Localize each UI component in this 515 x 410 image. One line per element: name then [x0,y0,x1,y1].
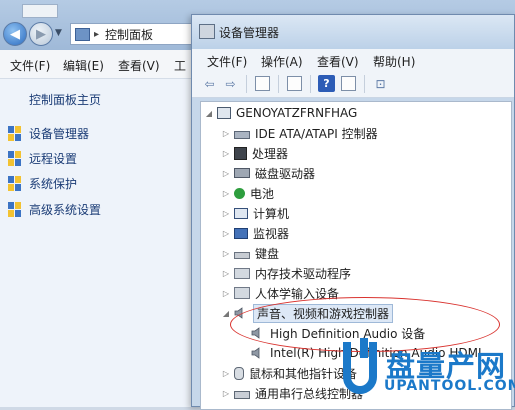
computer-icon [217,107,231,119]
tree-node-label: 内存技术驱动程序 [255,266,352,281]
control-panel-icon [75,27,90,41]
tree-node-label: 电池 [250,186,275,201]
device-manager-icon [199,24,215,39]
processor-icon [234,146,247,160]
speaker-icon [251,347,265,359]
menu-file[interactable]: 文件(F) [207,53,247,70]
link-label: 设备管理器 [29,127,90,141]
link-label: 系统保护 [29,177,78,191]
tree-node-label: IDE ATA/ATAPI 控制器 [255,126,378,141]
tree-node-ide[interactable]: ▷ IDE ATA/ATAPI 控制器 [221,124,378,142]
battery-icon [234,187,245,199]
back-arrow-icon[interactable]: ⇦ [201,75,218,92]
device-manager-menubar: 文件(F) 操作(A) 查看(V) 帮助(H) [192,49,514,71]
tree-root-label: GENOYATZFRNFHAG [236,106,358,120]
tree-node-label: 磁盘驱动器 [255,166,316,181]
link-label: 高级系统设置 [29,203,102,217]
ide-controller-icon [234,131,250,139]
tree-node-label: 键盘 [255,246,280,261]
forward-button[interactable]: ▶ [29,22,53,46]
computer-icon [234,207,248,219]
back-button[interactable]: ◀ [3,22,27,46]
previous-window-tab [22,4,58,18]
tree-node-monitor[interactable]: ▷ 监视器 [221,224,289,242]
keyboard-icon [234,251,250,259]
details-box-icon [341,76,356,91]
expand-triangle-icon[interactable]: ▷ [221,269,231,278]
help-icon[interactable]: ? [318,75,335,92]
monitor-icon [234,227,248,239]
hid-icon [234,287,250,299]
remote-settings-link[interactable]: 远程设置 [8,150,77,167]
memory-tech-icon [234,267,250,279]
toolbar-separator [278,75,279,93]
expand-triangle-icon[interactable]: ▷ [221,169,231,178]
menu-tools[interactable]: 工 [174,57,186,74]
scan-hardware-icon[interactable]: ⊡ [372,75,389,92]
watermark-logo-bar [360,338,368,358]
tree-root[interactable]: ◢ GENOYATZFRNFHAG [204,104,357,122]
device-manager-toolbar: ⇦ ⇨ ? ⊡ [192,71,514,98]
expand-triangle-icon[interactable]: ▷ [221,389,231,398]
menu-edit[interactable]: 编辑(E) [63,57,104,74]
expand-triangle-icon[interactable]: ▷ [221,129,231,138]
details-icon[interactable] [340,75,357,92]
tree-node-label: 鼠标和其他指针设备 [249,366,358,381]
tree-view-icon[interactable] [286,75,303,92]
expand-triangle-icon[interactable]: ▷ [221,369,231,378]
usb-controller-icon [234,390,250,399]
menu-view[interactable]: 查看(V) [317,53,359,70]
disk-drive-icon [234,168,250,178]
collapse-triangle-icon[interactable]: ◢ [204,109,214,118]
expand-triangle-icon[interactable]: ▷ [221,189,231,198]
control-panel-home-link[interactable]: 控制面板主页 [29,91,101,108]
system-protection-link[interactable]: 系统保护 [8,175,77,192]
address-segment[interactable]: 控制面板 [105,26,153,43]
tree-node-label: 处理器 [252,146,289,161]
recent-pages-dropdown[interactable]: ▼ [55,28,62,38]
toolbar-separator [310,75,311,93]
menu-view[interactable]: 查看(V) [118,57,160,74]
tree-node-label: 监视器 [253,226,290,241]
menu-action[interactable]: 操作(A) [261,53,303,70]
tree-view-box-icon [287,76,302,91]
tree-node-processor[interactable]: ▷ 处理器 [221,144,288,162]
window-title: 设备管理器 [219,26,280,40]
properties-icon[interactable] [254,75,271,92]
tree-node-computer[interactable]: ▷ 计算机 [221,204,289,222]
expand-triangle-icon[interactable]: ▷ [221,289,231,298]
toolbar-separator [246,75,247,93]
shield-icon [8,126,21,141]
advanced-system-settings-link[interactable]: 高级系统设置 [8,201,101,218]
properties-box-icon [255,76,270,91]
chevron-down-icon: ▼ [55,28,62,38]
shield-icon [8,151,21,166]
breadcrumb-separator-icon: ▸ [94,28,100,40]
menu-help[interactable]: 帮助(H) [373,53,415,70]
shield-icon [8,176,21,191]
link-label: 远程设置 [29,152,78,166]
tree-node-mouse[interactable]: ▷ 鼠标和其他指针设备 [221,364,357,382]
tree-node-keyboard[interactable]: ▷ 键盘 [221,244,279,262]
forward-arrow-icon: ▶ [36,26,46,42]
menu-file[interactable]: 文件(F) [10,57,50,74]
tree-node-memory-tech[interactable]: ▷ 内存技术驱动程序 [221,264,351,282]
expand-triangle-icon[interactable]: ▷ [221,209,231,218]
tree-node-disk[interactable]: ▷ 磁盘驱动器 [221,164,315,182]
shield-icon [8,202,21,217]
collapse-triangle-icon[interactable]: ◢ [221,309,231,318]
device-manager-titlebar[interactable]: 设备管理器 [192,15,514,49]
tree-node-battery[interactable]: ▷ 电池 [221,184,274,202]
expand-triangle-icon[interactable]: ▷ [221,249,231,258]
back-arrow-icon: ◀ [10,26,20,42]
device-manager-link[interactable]: 设备管理器 [8,125,89,142]
mouse-icon [234,366,244,380]
expand-triangle-icon[interactable]: ▷ [221,149,231,158]
tree-node-usb[interactable]: ▷ 通用串行总线控制器 [221,384,363,402]
tree-node-label: 计算机 [253,206,290,221]
forward-arrow-icon[interactable]: ⇨ [222,75,239,92]
watermark-site: UPANTOOL.COM [384,378,515,394]
toolbar-separator [364,75,365,93]
expand-triangle-icon[interactable]: ▷ [221,229,231,238]
